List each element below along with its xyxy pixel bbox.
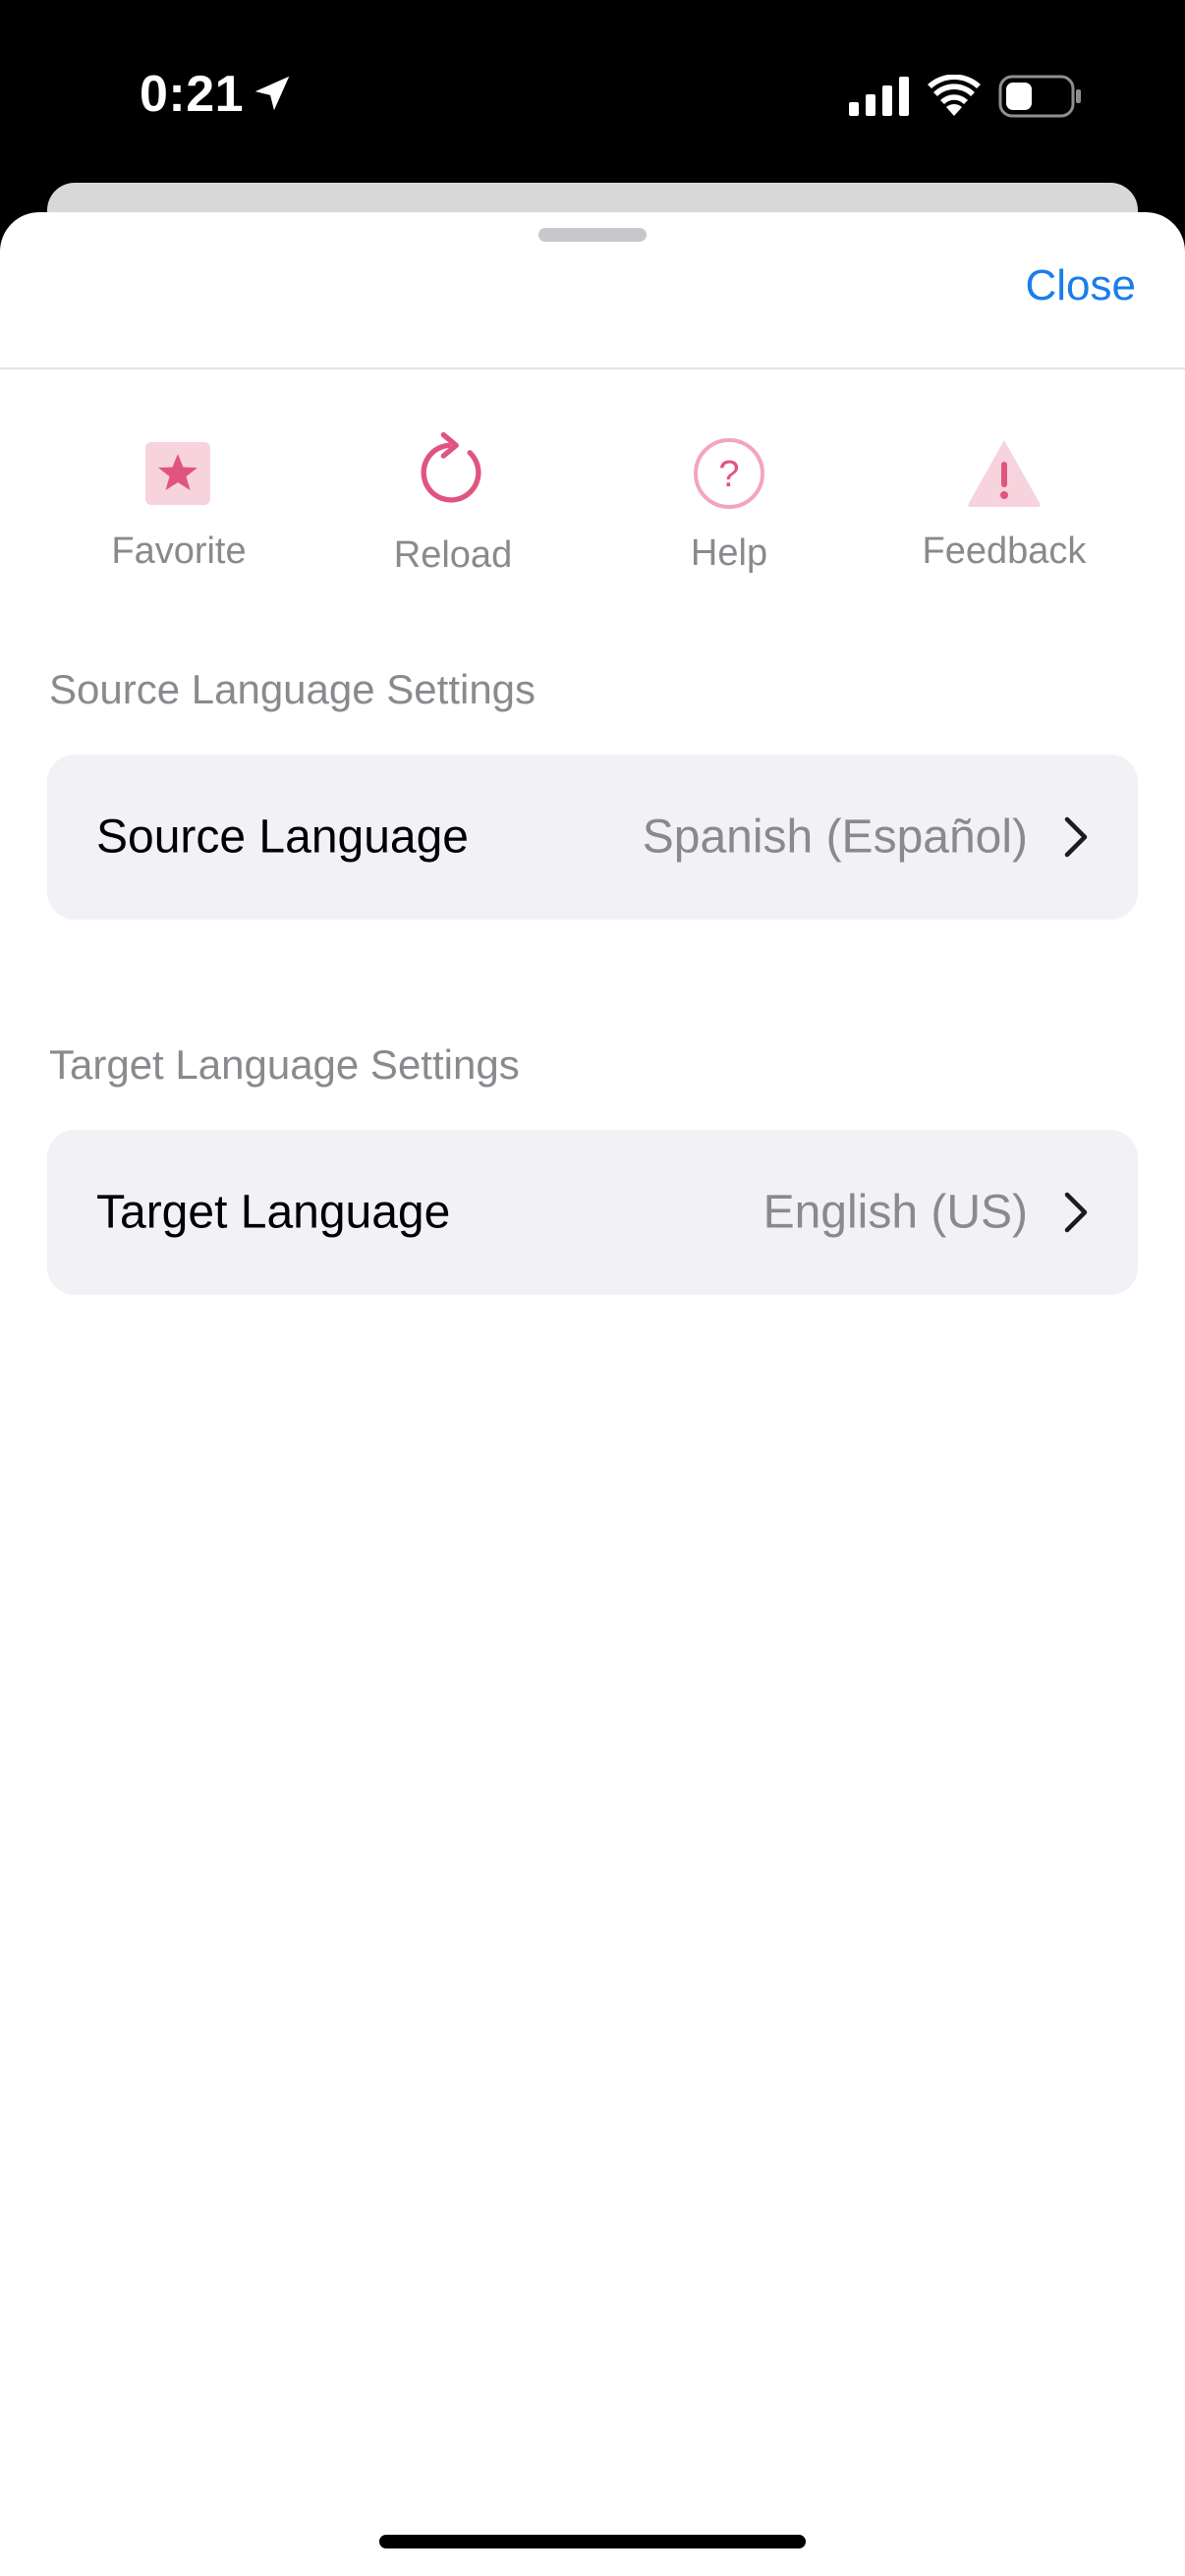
- source-language-title: Source Language: [96, 811, 469, 864]
- header-divider: [0, 367, 1185, 369]
- help-label: Help: [690, 532, 768, 574]
- help-button[interactable]: ? Help: [621, 413, 837, 574]
- svg-text:?: ?: [718, 454, 739, 495]
- cellular-signal-icon: [849, 77, 909, 116]
- reload-button[interactable]: Reload: [345, 413, 561, 576]
- feedback-label: Feedback: [922, 531, 1087, 572]
- favorite-label: Favorite: [111, 531, 247, 572]
- source-section-header: Source Language Settings: [49, 666, 536, 712]
- source-language-value: Spanish (Español): [642, 811, 1028, 864]
- status-bar: 0:21: [0, 0, 1185, 187]
- wifi-icon: [928, 75, 981, 116]
- chevron-right-icon: [1064, 816, 1088, 858]
- close-button[interactable]: Close: [1026, 261, 1137, 310]
- target-language-title: Target Language: [96, 1186, 451, 1239]
- reload-label: Reload: [393, 534, 513, 576]
- location-arrow-icon: [254, 76, 290, 111]
- screen: 0:21 Close Favorite Reload ? Help Feedba…: [0, 0, 1185, 2576]
- chevron-right-icon: [1064, 1192, 1088, 1233]
- feedback-button[interactable]: Feedback: [896, 413, 1112, 572]
- target-language-row[interactable]: Target Language English (US): [47, 1130, 1138, 1295]
- help-icon: ?: [694, 438, 764, 509]
- target-language-value: English (US): [762, 1186, 1028, 1239]
- star-icon: [145, 442, 210, 505]
- warning-icon: [968, 440, 1041, 507]
- sheet-grabber[interactable]: [538, 228, 647, 242]
- favorite-button[interactable]: Favorite: [71, 413, 287, 572]
- reload-icon: [421, 431, 481, 503]
- battery-icon: [998, 75, 1081, 118]
- action-bar: Favorite Reload ? Help Feedback: [0, 413, 1185, 576]
- source-language-row[interactable]: Source Language Spanish (Español): [47, 755, 1138, 920]
- settings-sheet: Close Favorite Reload ? Help Feedback So…: [0, 212, 1185, 2576]
- target-section-header: Target Language Settings: [49, 1041, 520, 1088]
- home-indicator[interactable]: [379, 2535, 806, 2548]
- status-time: 0:21: [140, 66, 245, 123]
